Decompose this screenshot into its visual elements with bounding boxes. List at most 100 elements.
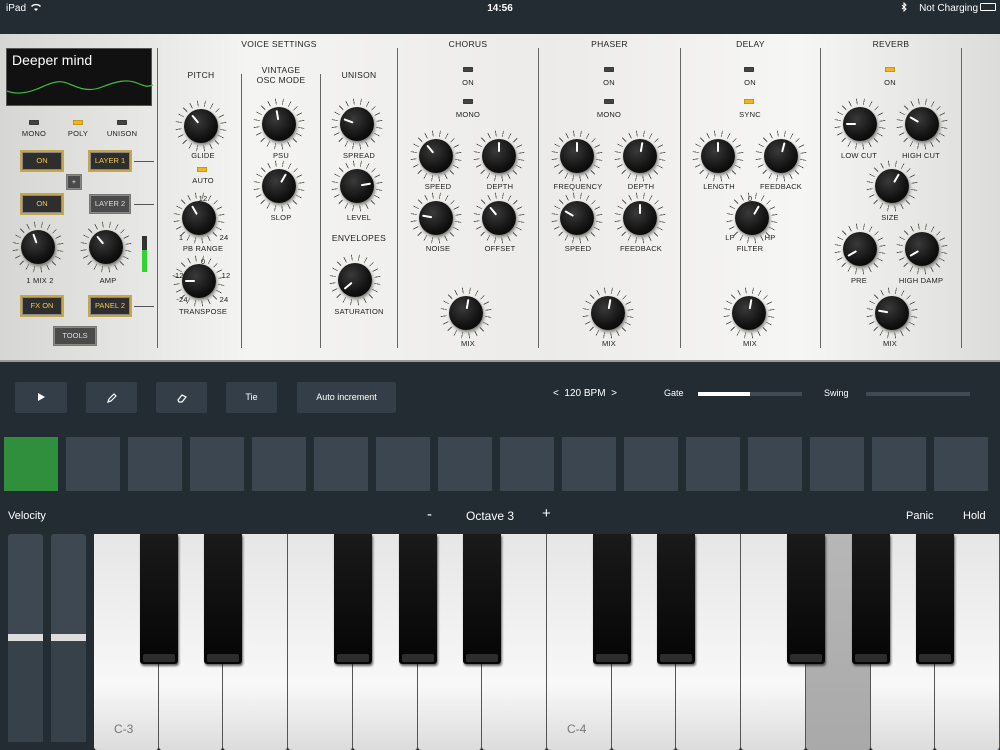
layer2-button[interactable]: LAYER 2 [90, 195, 130, 213]
sequencer-step[interactable] [376, 437, 430, 491]
delay-lp-label: LP [725, 233, 735, 242]
delay-mix-knob[interactable] [732, 296, 766, 330]
chorus-mix-knob[interactable] [449, 296, 483, 330]
mix2-knob[interactable] [21, 230, 55, 264]
transpose-knob[interactable] [182, 264, 216, 298]
tools-button[interactable]: TOOLS [54, 327, 96, 345]
swing-slider[interactable] [866, 392, 970, 396]
chorus-speed-knob[interactable] [419, 139, 453, 173]
sequencer-step[interactable] [562, 437, 616, 491]
auto-led[interactable] [197, 167, 207, 172]
sequencer-step[interactable] [872, 437, 926, 491]
velocity-label: Velocity [8, 510, 46, 522]
chorus-mono-led[interactable] [463, 99, 473, 104]
sequencer-step[interactable] [190, 437, 244, 491]
battery-icon [980, 3, 996, 11]
auto-increment-button[interactable]: Auto increment [297, 382, 396, 413]
velocity-slider-2[interactable] [51, 534, 86, 742]
layer1-on-button[interactable]: ON [22, 152, 62, 170]
chorus-offset-label: OFFSET [484, 244, 516, 253]
chorus-offset-knob[interactable] [482, 201, 516, 235]
hold-button[interactable]: Hold [963, 510, 986, 522]
sequencer-step[interactable] [128, 437, 182, 491]
amp-label: AMP [99, 276, 117, 285]
link-layers-button[interactable]: + [67, 175, 81, 189]
mono-led[interactable] [29, 120, 39, 125]
sequencer-step[interactable] [748, 437, 802, 491]
spread-label: SPREAD [342, 151, 376, 160]
phaser-frequency-knob[interactable] [560, 139, 594, 173]
delay-on-led[interactable] [744, 67, 754, 72]
phaser-depth-knob[interactable] [623, 139, 657, 173]
reverb-pre-knob[interactable] [843, 232, 877, 266]
phaser-mix-knob[interactable] [591, 296, 625, 330]
phaser-speed-label: SPEED [564, 244, 592, 253]
panic-button[interactable]: Panic [906, 510, 934, 522]
delay-filter-knob[interactable] [735, 201, 769, 235]
layer2-on-button[interactable]: ON [22, 195, 62, 213]
delay-length-knob[interactable] [701, 139, 735, 173]
slop-knob[interactable] [262, 169, 296, 203]
reverb-highcut-knob[interactable] [905, 107, 939, 141]
delay-feedback-knob[interactable] [764, 139, 798, 173]
layer1-button[interactable]: LAYER 1 [90, 152, 130, 170]
pb-range-knob[interactable] [182, 201, 216, 235]
reverb-size-knob[interactable] [875, 169, 909, 203]
sequencer-step[interactable] [686, 437, 740, 491]
reverb-highdamp-knob[interactable] [905, 232, 939, 266]
gate-slider[interactable] [698, 392, 802, 396]
chorus-on-label: ON [462, 78, 474, 87]
pb-range-label: PB RANGE [182, 244, 224, 253]
transpose-m12-label: -12 [172, 271, 184, 280]
phaser-feedback-knob[interactable] [623, 201, 657, 235]
delay-sync-led[interactable] [744, 99, 754, 104]
amp-knob[interactable] [89, 230, 123, 264]
draw-button[interactable] [86, 382, 137, 413]
phaser-on-label: ON [603, 78, 615, 87]
sequencer-step[interactable] [4, 437, 58, 491]
play-button[interactable] [15, 382, 67, 413]
erase-button[interactable] [156, 382, 207, 413]
reverb-on-led[interactable] [885, 67, 895, 72]
sequencer-step[interactable] [314, 437, 368, 491]
pencil-icon [106, 393, 117, 403]
tie-button[interactable]: Tie [226, 382, 277, 413]
reverb-lowcut-knob[interactable] [843, 107, 877, 141]
preset-display[interactable]: Deeper mind [6, 48, 153, 106]
bpm-selector[interactable]: < 120 BPM > [540, 388, 630, 399]
chorus-depth-knob[interactable] [482, 139, 516, 173]
sequencer-step[interactable] [66, 437, 120, 491]
transpose-24-label: 24 [219, 295, 229, 304]
sequencer-step[interactable] [252, 437, 306, 491]
sequencer-step[interactable] [934, 437, 988, 491]
octave-down-button[interactable]: - [427, 506, 432, 523]
psu-knob[interactable] [262, 107, 296, 141]
sequencer-step[interactable] [500, 437, 554, 491]
phaser-speed-knob[interactable] [560, 201, 594, 235]
sequencer-step[interactable] [810, 437, 864, 491]
delay-length-label: LENGTH [703, 182, 735, 191]
panel2-button[interactable]: PANEL 2 [90, 297, 130, 315]
octave-label: Octave 3 [466, 509, 515, 523]
chorus-on-led[interactable] [463, 67, 473, 72]
phaser-on-led[interactable] [604, 67, 614, 72]
reverb-mix-knob[interactable] [875, 296, 909, 330]
reverb-highdamp-label: HIGH DAMP [898, 276, 944, 285]
reverb-highcut-label: HIGH CUT [902, 151, 940, 160]
delay-hp-label: HP [764, 233, 776, 242]
saturation-knob[interactable] [338, 263, 372, 297]
phaser-mono-led[interactable] [604, 99, 614, 104]
glide-knob[interactable] [184, 109, 218, 143]
spread-knob[interactable] [340, 107, 374, 141]
chorus-mix-label: MIX [461, 339, 475, 348]
reverb-pre-label: PRE [850, 276, 868, 285]
sequencer-step[interactable] [438, 437, 492, 491]
fx-on-button[interactable]: FX ON [22, 297, 62, 315]
octave-up-button[interactable]: + [542, 505, 551, 522]
poly-led[interactable] [73, 120, 83, 125]
chorus-noise-knob[interactable] [419, 201, 453, 235]
unison-led[interactable] [117, 120, 127, 125]
velocity-slider-1[interactable] [8, 534, 43, 742]
sequencer-step[interactable] [624, 437, 678, 491]
level-knob[interactable] [340, 169, 374, 203]
